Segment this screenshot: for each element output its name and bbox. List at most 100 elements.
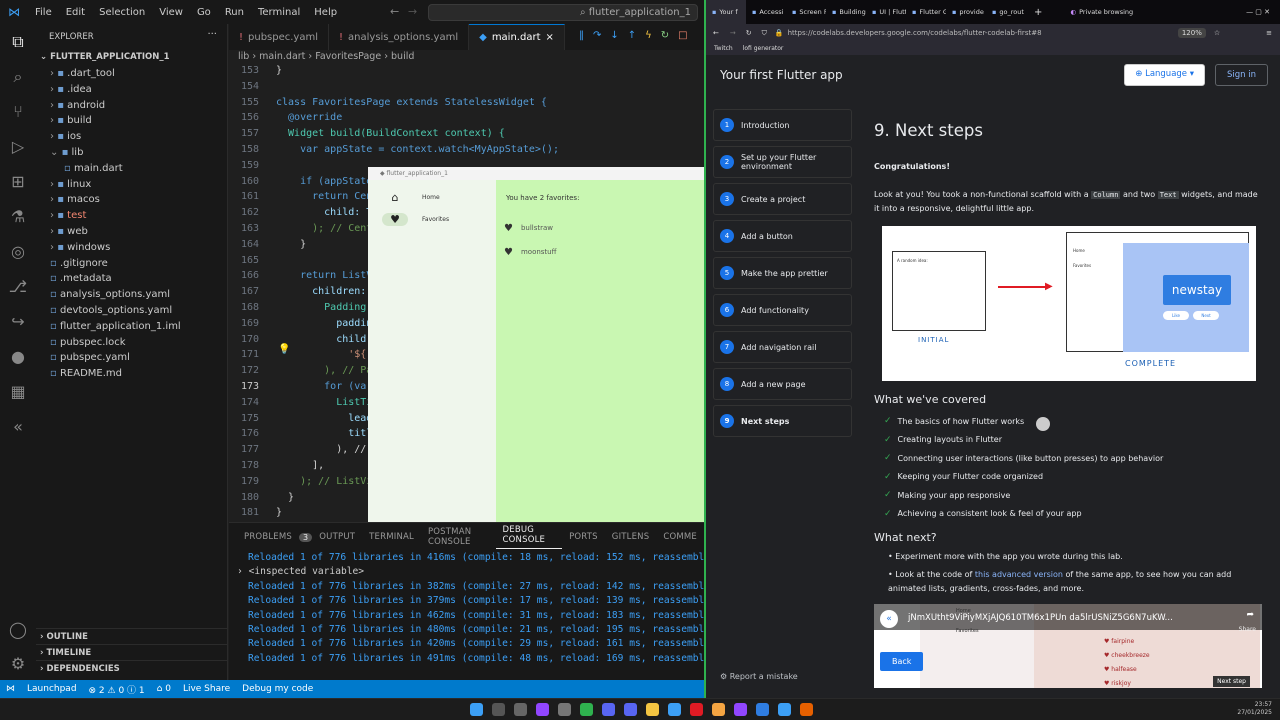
menu-item-edit[interactable]: Edit: [59, 7, 92, 18]
app-icon-8[interactable]: [712, 703, 725, 716]
step-4[interactable]: 4 Add a button: [713, 220, 852, 252]
share-icon[interactable]: ➦: [1246, 610, 1254, 620]
tree-item[interactable]: › ▪ ios: [36, 129, 227, 145]
outline-section-0[interactable]: › OUTLINE: [36, 628, 228, 644]
tree-item[interactable]: › ▪ test: [36, 208, 227, 224]
browser-tab[interactable]: ▪ provide: [946, 8, 986, 16]
forward-icon[interactable]: →: [726, 29, 740, 37]
search-taskbar-icon[interactable]: [492, 703, 505, 716]
tree-item[interactable]: › ▪ build: [36, 113, 227, 129]
account-icon[interactable]: ◯: [0, 612, 36, 647]
step-3[interactable]: 3 Create a project: [713, 183, 852, 215]
app-icon-1[interactable]: [536, 703, 549, 716]
gitlens-icon[interactable]: ⎇: [0, 269, 36, 304]
app-icon-4[interactable]: [602, 703, 615, 716]
app-icon-2[interactable]: [558, 703, 571, 716]
step-1[interactable]: 1 Introduction: [713, 109, 852, 141]
outline-section-1[interactable]: › TIMELINE: [36, 644, 228, 660]
menu-item-terminal[interactable]: Terminal: [251, 7, 307, 18]
inspected-variable[interactable]: › <inspected variable>: [229, 565, 704, 579]
browser-tab[interactable]: ▪ Accessi: [746, 8, 786, 16]
tab-main-dart[interactable]: ◆ main.dart ×: [469, 24, 565, 50]
stop-icon[interactable]: □: [678, 30, 687, 41]
advanced-version-link[interactable]: this advanced version: [975, 570, 1063, 579]
panel-tab-ports[interactable]: PORTS: [562, 532, 605, 542]
panel-tab-postman-console[interactable]: POSTMAN CONSOLE: [421, 527, 496, 547]
start-icon[interactable]: [470, 703, 483, 716]
remote-icon[interactable]: ◎: [0, 234, 36, 269]
clock[interactable]: 23:57 27/01/2025: [1237, 701, 1272, 717]
file-explorer-icon[interactable]: [646, 703, 659, 716]
tree-item[interactable]: ▫ .gitignore: [36, 256, 227, 272]
menu-icon[interactable]: ≡: [1266, 29, 1280, 37]
bookmark-star-icon[interactable]: ☆: [1214, 29, 1266, 37]
panel-tab-terminal[interactable]: TERMINAL: [362, 532, 421, 542]
step-2[interactable]: 2 Set up your Flutter environment: [713, 146, 852, 178]
close-icon[interactable]: ×: [545, 32, 553, 43]
breadcrumb-item[interactable]: build: [391, 51, 414, 62]
tree-item[interactable]: ▫ analysis_options.yaml: [36, 287, 227, 303]
tree-item[interactable]: ⌄ ▪ lib: [36, 145, 227, 161]
docker-icon[interactable]: ▦: [0, 374, 36, 409]
run-debug-icon[interactable]: ▷: [0, 129, 36, 164]
app-icon-6[interactable]: [668, 703, 681, 716]
panel-tab-output[interactable]: OUTPUT: [312, 532, 362, 542]
vscode-taskbar-icon[interactable]: [756, 703, 769, 716]
window-controls-icon[interactable]: — ▢ ✕: [1246, 8, 1280, 16]
flutter-icon[interactable]: «: [0, 409, 36, 444]
browser-tab[interactable]: ◐ Private browsing: [1064, 8, 1154, 16]
tree-item[interactable]: ▫ devtools_options.yaml: [36, 303, 227, 319]
browser-tab[interactable]: ▪ Your f: [706, 0, 746, 24]
tree-item[interactable]: › ▪ web: [36, 224, 227, 240]
menu-item-file[interactable]: File: [28, 7, 59, 18]
tab-analysis_options-yaml[interactable]: ! analysis_options.yaml: [329, 24, 470, 50]
remote-indicator-icon[interactable]: ⋈: [0, 684, 21, 694]
menu-item-view[interactable]: View: [152, 7, 190, 18]
panel-tab-debug-console[interactable]: DEBUG CONSOLE: [495, 525, 563, 549]
bookmark-lofi[interactable]: lofi generator: [743, 45, 784, 52]
zoom-level[interactable]: 120%: [1177, 28, 1206, 38]
status-branch[interactable]: Launchpad: [21, 684, 83, 694]
restart-icon[interactable]: ↻: [661, 30, 669, 41]
tree-item[interactable]: › ▪ android: [36, 98, 227, 114]
rail-destination-home[interactable]: ⌂ Home: [368, 186, 496, 208]
tree-item[interactable]: › ▪ macos: [36, 192, 227, 208]
menu-item-help[interactable]: Help: [307, 7, 344, 18]
tree-item[interactable]: ▫ .metadata: [36, 271, 227, 287]
explorer-icon[interactable]: ⧉: [0, 24, 36, 59]
extensions-icon[interactable]: ⊞: [0, 164, 36, 199]
command-center[interactable]: ⌕ flutter_application_1: [428, 4, 698, 21]
video-embed[interactable]: « jNmXUtht9ViPiyMXjAJQ610TM6x1PUn da5lrU…: [874, 604, 1262, 688]
postman-icon[interactable]: ●: [0, 339, 36, 374]
lightbulb-icon[interactable]: 💡: [278, 344, 290, 355]
back-icon[interactable]: ←: [706, 29, 726, 37]
panel-tab-comme[interactable]: COMME: [656, 532, 704, 542]
step-9[interactable]: 9 Next steps: [713, 405, 852, 437]
step-into-icon[interactable]: ↓: [610, 30, 618, 41]
sign-in-button[interactable]: Sign in: [1215, 64, 1268, 86]
next-step-button[interactable]: Next step: [1213, 676, 1250, 687]
tree-item[interactable]: ▫ README.md: [36, 366, 227, 382]
tree-item[interactable]: ▫ pubspec.lock: [36, 335, 227, 351]
task-view-icon[interactable]: [514, 703, 527, 716]
step-6[interactable]: 6 Add functionality: [713, 294, 852, 326]
tab-pubspec-yaml[interactable]: ! pubspec.yaml: [229, 24, 330, 50]
menu-item-run[interactable]: Run: [218, 7, 251, 18]
outline-section-2[interactable]: › DEPENDENCIES: [36, 660, 228, 676]
status-debug[interactable]: Debug my code: [236, 684, 319, 694]
firefox-taskbar-icon[interactable]: [800, 703, 813, 716]
tree-item[interactable]: › ▪ windows: [36, 240, 227, 256]
project-root[interactable]: ⌄ FLUTTER_APPLICATION_1: [36, 48, 227, 66]
more-actions-icon[interactable]: ···: [207, 29, 217, 40]
browser-tab[interactable]: ▪ Building: [826, 8, 866, 16]
step-8[interactable]: 8 Add a new page: [713, 368, 852, 400]
source-control-icon[interactable]: ⑂: [0, 94, 36, 129]
browser-tab[interactable]: ▪ Flutter G: [906, 8, 946, 16]
panel-tab-problems[interactable]: PROBLEMS: [237, 532, 299, 542]
browser-tab[interactable]: ▪ go_rout: [986, 8, 1026, 16]
flutter-taskbar-icon[interactable]: [778, 703, 791, 716]
status-ports[interactable]: ⌂ 0: [151, 684, 177, 694]
reload-icon[interactable]: ↻: [740, 29, 758, 37]
pause-icon[interactable]: ‖: [579, 30, 584, 41]
rail-destination-favorites[interactable]: ♥ Favorites: [368, 208, 496, 230]
